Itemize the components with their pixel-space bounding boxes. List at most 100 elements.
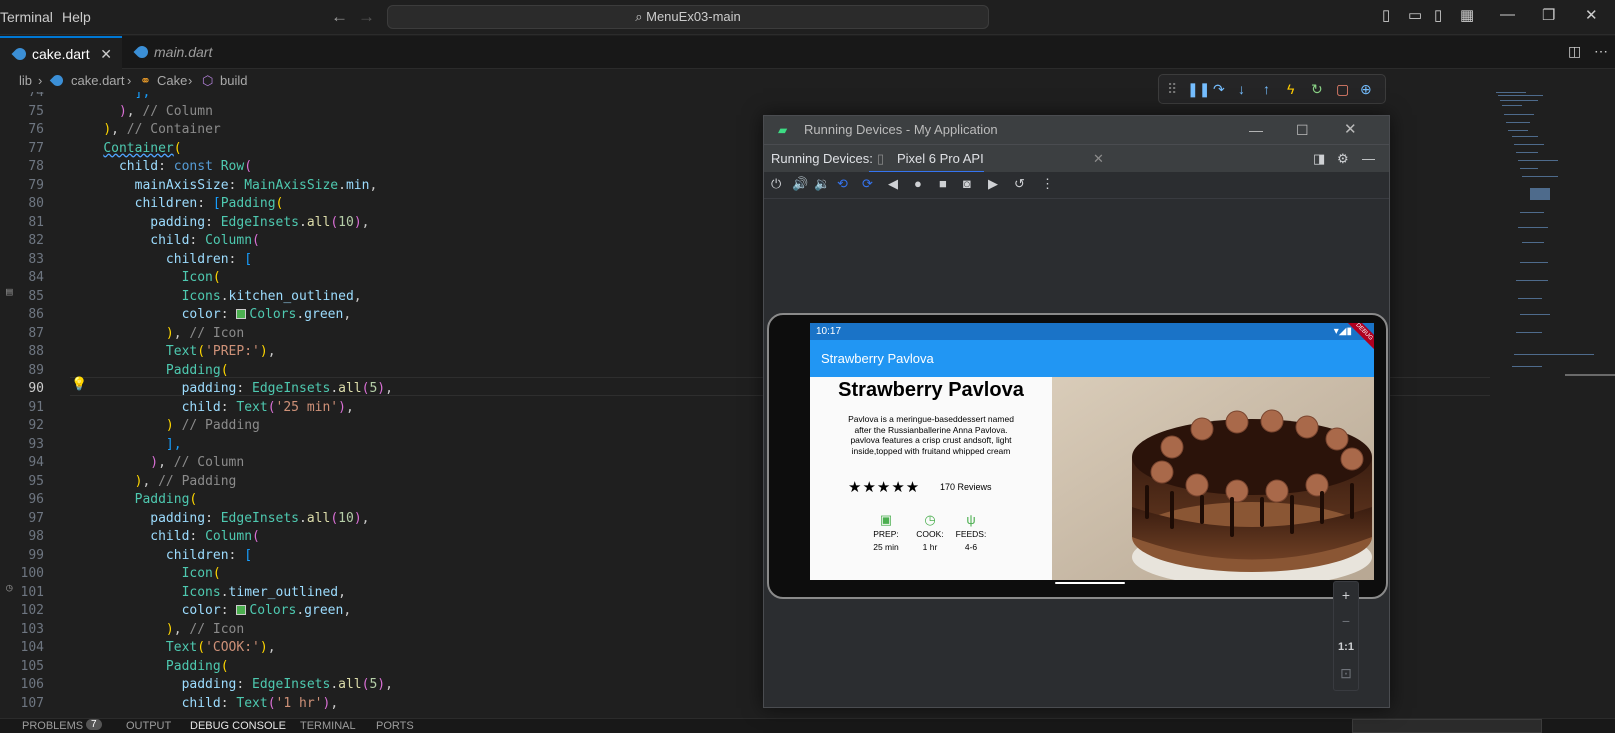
breadcrumb-lib[interactable]: lib <box>19 70 32 92</box>
debug-console-filter-input[interactable] <box>1352 719 1542 733</box>
android-status-bar: 10:17 ▾◢▮ <box>810 323 1374 340</box>
menu-terminal[interactable]: Terminal <box>0 9 53 25</box>
zoom-out-button[interactable]: − <box>1334 608 1358 634</box>
tab-terminal[interactable]: TERMINAL <box>300 720 356 732</box>
code-text: child: Text('1 hr'), <box>181 695 339 711</box>
overview-icon[interactable]: ■ <box>939 176 947 191</box>
code-text: Padding( <box>165 658 229 674</box>
feeds-info: ψ FEEDS: 4-6 <box>951 513 991 554</box>
code-text: Padding( <box>165 362 229 378</box>
rotate-right-icon[interactable]: ⟳ <box>862 176 873 192</box>
minimize-icon[interactable]: — <box>1500 6 1515 23</box>
close-tab-icon[interactable]: ✕ <box>100 38 112 71</box>
code-text: Text('PREP:'), <box>165 344 276 359</box>
code-text: children: [Padding( <box>134 196 284 211</box>
class-icon: ⚭ <box>140 73 151 88</box>
home-icon[interactable]: ● <box>914 176 922 191</box>
minimap[interactable] <box>1490 92 1615 718</box>
cake-photo <box>1052 377 1374 580</box>
recipe-description: Pavlova is a meringue-baseddessert named… <box>848 414 1014 456</box>
screen-record-icon[interactable]: ▶ <box>988 176 998 192</box>
code-text: padding: EdgeInsets.all(10), <box>150 214 370 230</box>
line-number: 83 <box>28 251 44 267</box>
close-window-icon[interactable]: ✕ <box>1344 116 1357 144</box>
more-actions-icon[interactable]: ⋯ <box>1594 43 1608 60</box>
breadcrumb-method[interactable]: build <box>220 70 247 92</box>
panel-tab-bar: PROBLEMS 7 OUTPUT DEBUG CONSOLE TERMINAL… <box>0 718 1615 733</box>
code-text: ], <box>165 436 182 452</box>
workspace-name: MenuEx03-main <box>646 9 741 24</box>
rotate-left-icon[interactable]: ⟲ <box>837 176 848 192</box>
close-tab-icon[interactable]: ✕ <box>1093 145 1104 173</box>
tab-ports[interactable]: PORTS <box>376 720 414 732</box>
method-icon: ⬡ <box>202 73 214 88</box>
zoom-in-button[interactable]: + <box>1334 582 1358 608</box>
layout-icon[interactable]: ◨ <box>1313 145 1325 173</box>
recipe-info-panel: Strawberry Pavlova Pavlova is a meringue… <box>810 377 1052 580</box>
minimize-icon[interactable]: — <box>1249 116 1263 144</box>
close-window-icon[interactable]: ✕ <box>1585 6 1598 24</box>
breadcrumb-file[interactable]: cake.dart <box>71 70 124 92</box>
line-number: 84 <box>28 270 44 285</box>
menu-help[interactable]: Help <box>62 9 91 25</box>
editor-tab-bar: cake.dart ✕ main.dart ⠿ ❚❚ ↷ ↓ ↑ ϟ ↻ ▢ ⊕… <box>0 36 1615 104</box>
tab-main-dart[interactable]: main.dart <box>122 36 240 69</box>
code-line[interactable]: 74 ], <box>0 92 1480 102</box>
hide-icon[interactable]: — <box>1362 145 1375 173</box>
code-text: ), // Container <box>103 122 221 137</box>
phone-screen[interactable]: 10:17 ▾◢▮ Strawberry Pavlova DEBUG Straw… <box>810 323 1374 580</box>
volume-down-icon[interactable]: 🔉 <box>814 176 830 192</box>
line-number: 101 <box>20 584 44 600</box>
line-number: 103 <box>20 621 44 637</box>
tab-problems[interactable]: PROBLEMS <box>22 720 83 732</box>
gesture-home-bar[interactable] <box>1055 582 1125 584</box>
code-text: Icon( <box>181 270 221 285</box>
line-number: 75 <box>28 103 44 119</box>
zoom-fit-icon[interactable]: ⊡ <box>1334 660 1358 686</box>
back-icon[interactable]: ◀ <box>888 176 898 192</box>
chevron-right-icon: › <box>127 73 132 88</box>
line-number: 95 <box>28 473 44 489</box>
back-arrow-icon[interactable]: ← <box>331 7 348 27</box>
power-icon[interactable]: ⏻ <box>771 176 781 192</box>
restore-icon[interactable]: ❐ <box>1542 6 1555 24</box>
code-text: Icons.kitchen_outlined, <box>181 288 362 304</box>
dart-file-icon <box>11 45 29 63</box>
line-number: 78 <box>28 159 44 174</box>
zoom-controls: + − 1:1 ⊡ <box>1333 581 1359 691</box>
prep-label: PREP: <box>873 529 899 539</box>
code-text: ), // Icon <box>165 325 245 341</box>
toggle-secondary-sidebar-icon[interactable]: ▯ <box>1434 6 1442 24</box>
tab-output[interactable]: OUTPUT <box>126 720 171 732</box>
app-bar-title: Strawberry Pavlova <box>821 351 934 366</box>
emulator-toolbar: ⏻ 🔊 🔉 ⟲ ⟳ ◀ ● ■ ◙ ▶ ↺ ⋮ <box>764 172 1389 199</box>
tab-cake-dart[interactable]: cake.dart ✕ <box>0 36 122 69</box>
breadcrumb-class[interactable]: Cake <box>157 70 187 92</box>
line-number: 92 <box>28 418 44 433</box>
toggle-sidebar-icon[interactable]: ▯ <box>1382 6 1390 24</box>
tab-pixel-6-pro[interactable]: ▯ Pixel 6 Pro API 34 ✕ <box>869 145 1104 194</box>
prep-value: 25 min <box>873 542 899 552</box>
camera-icon[interactable]: ◙ <box>963 176 971 191</box>
toggle-panel-icon[interactable]: ▭ <box>1408 6 1422 24</box>
code-text: Text('COOK:'), <box>165 640 276 655</box>
volume-up-icon[interactable]: 🔊 <box>792 176 808 192</box>
code-text: padding: EdgeInsets.all(5), <box>181 381 393 396</box>
command-center-search[interactable]: ⌕ MenuEx03-main <box>387 5 989 29</box>
maximize-icon[interactable]: ☐ <box>1296 116 1309 144</box>
line-number: 76 <box>28 122 44 137</box>
gear-icon[interactable]: ⚙ <box>1337 145 1349 173</box>
customize-layout-icon[interactable]: ▦ <box>1460 6 1474 24</box>
snapshot-icon[interactable]: ↺ <box>1014 176 1025 192</box>
problems-count-badge: 7 <box>86 719 102 730</box>
code-text: ], <box>134 92 151 100</box>
line-number: 106 <box>20 677 44 692</box>
more-icon[interactable]: ⋮ <box>1041 176 1054 192</box>
split-editor-icon[interactable]: ◫ <box>1568 43 1581 60</box>
tab-debug-console[interactable]: DEBUG CONSOLE <box>190 720 286 732</box>
device-frame: 10:17 ▾◢▮ Strawberry Pavlova DEBUG Straw… <box>767 313 1388 599</box>
forward-arrow-icon[interactable]: → <box>358 7 375 27</box>
code-text: Icon( <box>181 566 221 581</box>
zoom-actual-size-button[interactable]: 1:1 <box>1334 634 1358 660</box>
feeds-label: FEEDS: <box>955 529 987 539</box>
